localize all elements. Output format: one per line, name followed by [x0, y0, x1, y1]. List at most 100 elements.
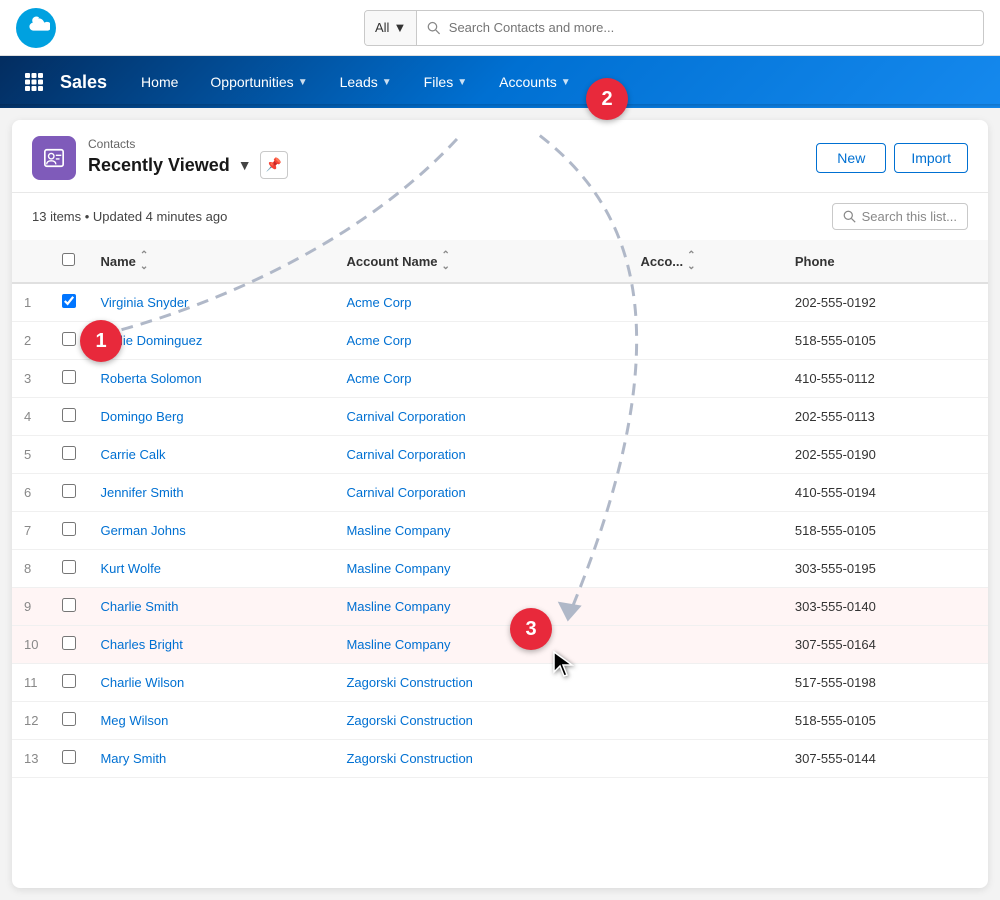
search-filter[interactable]: All ▼	[365, 11, 417, 45]
contact-name-cell[interactable]: Domingo Berg	[88, 398, 334, 436]
contact-name-link[interactable]: Charlie Smith	[100, 599, 178, 614]
contact-name-cell[interactable]: Meg Wilson	[88, 702, 334, 740]
row-checkbox[interactable]	[62, 712, 76, 726]
account-name-cell[interactable]: Masline Company	[334, 512, 628, 550]
contact-name-cell[interactable]: Charles Bright	[88, 626, 334, 664]
account-name-cell[interactable]: Masline Company	[334, 588, 628, 626]
contact-name-link[interactable]: Meg Wilson	[100, 713, 168, 728]
select-all-checkbox[interactable]	[62, 253, 75, 266]
row-checkbox-cell[interactable]	[50, 512, 88, 550]
account-name-link[interactable]: Carnival Corporation	[346, 409, 465, 424]
account-name-cell[interactable]: Carnival Corporation	[334, 474, 628, 512]
account-name-cell[interactable]: Acme Corp	[334, 322, 628, 360]
acco-column-header[interactable]: Acco... ⌃⌄	[628, 240, 782, 283]
search-input-area[interactable]	[417, 20, 983, 35]
contact-name-link[interactable]: Virginia Snyder	[100, 295, 188, 310]
row-checkbox[interactable]	[62, 484, 76, 498]
account-name-cell[interactable]: Zagorski Construction	[334, 702, 628, 740]
row-checkbox[interactable]	[62, 560, 76, 574]
chevron-down-icon[interactable]: ▼	[238, 157, 252, 173]
row-checkbox-cell[interactable]	[50, 474, 88, 512]
account-name-link[interactable]: Masline Company	[346, 523, 450, 538]
table-row: 11 Charlie Wilson Zagorski Construction …	[12, 664, 988, 702]
account-name-link[interactable]: Masline Company	[346, 561, 450, 576]
row-checkbox-cell[interactable]	[50, 283, 88, 322]
account-name-link[interactable]: Acme Corp	[346, 333, 411, 348]
account-name-link[interactable]: Carnival Corporation	[346, 485, 465, 500]
contact-name-cell[interactable]: Jennifer Smith	[88, 474, 334, 512]
contact-name-cell[interactable]: Charlie Smith	[88, 588, 334, 626]
account-name-link[interactable]: Masline Company	[346, 637, 450, 652]
account-name-link[interactable]: Zagorski Construction	[346, 713, 472, 728]
name-column-header[interactable]: Name ⌃⌄	[88, 240, 334, 283]
contact-name-cell[interactable]: Roberta Solomon	[88, 360, 334, 398]
row-checkbox-cell[interactable]	[50, 664, 88, 702]
contact-name-link[interactable]: Charles Bright	[100, 637, 182, 652]
row-checkbox[interactable]	[62, 446, 76, 460]
import-button[interactable]: Import	[894, 143, 968, 173]
row-checkbox[interactable]	[62, 674, 76, 688]
contact-name-cell[interactable]: Kurt Wolfe	[88, 550, 334, 588]
account-name-cell[interactable]: Zagorski Construction	[334, 740, 628, 778]
app-launcher-button[interactable]	[16, 64, 52, 100]
row-checkbox-cell[interactable]	[50, 702, 88, 740]
nav-item-accounts[interactable]: Accounts ▼	[485, 56, 585, 108]
acco-cell	[628, 588, 782, 626]
account-name-cell[interactable]: Masline Company	[334, 626, 628, 664]
search-bar[interactable]: All ▼	[364, 10, 984, 46]
account-name-cell[interactable]: Acme Corp	[334, 283, 628, 322]
pin-button[interactable]: 📌	[260, 151, 288, 179]
row-checkbox[interactable]	[62, 750, 76, 764]
nav-item-opportunities[interactable]: Opportunities ▼	[196, 56, 321, 108]
row-checkbox-cell[interactable]	[50, 550, 88, 588]
account-name-cell[interactable]: Acme Corp	[334, 360, 628, 398]
row-checkbox-cell[interactable]	[50, 322, 88, 360]
list-search[interactable]: Search this list...	[832, 203, 968, 230]
row-checkbox[interactable]	[62, 332, 76, 346]
row-checkbox[interactable]	[62, 636, 76, 650]
row-checkbox[interactable]	[62, 522, 76, 536]
row-checkbox-cell[interactable]	[50, 588, 88, 626]
row-checkbox-cell[interactable]	[50, 626, 88, 664]
contact-name-link[interactable]: Mary Smith	[100, 751, 166, 766]
contact-name-cell[interactable]: Carrie Calk	[88, 436, 334, 474]
account-name-link[interactable]: Masline Company	[346, 599, 450, 614]
search-input[interactable]	[449, 20, 973, 35]
row-checkbox-cell[interactable]	[50, 740, 88, 778]
account-name-link[interactable]: Zagorski Construction	[346, 675, 472, 690]
account-name-link[interactable]: Carnival Corporation	[346, 447, 465, 462]
nav-item-home[interactable]: Home	[127, 56, 192, 108]
row-checkbox[interactable]	[62, 294, 76, 308]
row-checkbox[interactable]	[62, 408, 76, 422]
checkbox-header[interactable]	[50, 240, 88, 283]
account-name-link[interactable]: Acme Corp	[346, 371, 411, 386]
contact-name-link[interactable]: Nellie Dominguez	[100, 333, 202, 348]
account-name-link[interactable]: Acme Corp	[346, 295, 411, 310]
account-name-link[interactable]: Zagorski Construction	[346, 751, 472, 766]
new-button[interactable]: New	[816, 143, 886, 173]
contact-name-link[interactable]: Domingo Berg	[100, 409, 183, 424]
contact-name-link[interactable]: Roberta Solomon	[100, 371, 201, 386]
nav-item-leads[interactable]: Leads ▼	[326, 56, 406, 108]
account-name-cell[interactable]: Carnival Corporation	[334, 436, 628, 474]
contact-name-link[interactable]: Carrie Calk	[100, 447, 165, 462]
row-checkbox[interactable]	[62, 598, 76, 612]
contact-name-cell[interactable]: Virginia Snyder	[88, 283, 334, 322]
row-checkbox-cell[interactable]	[50, 360, 88, 398]
contact-name-link[interactable]: German Johns	[100, 523, 185, 538]
contact-name-link[interactable]: Charlie Wilson	[100, 675, 184, 690]
account-name-cell[interactable]: Carnival Corporation	[334, 398, 628, 436]
contact-name-cell[interactable]: German Johns	[88, 512, 334, 550]
contact-name-cell[interactable]: Charlie Wilson	[88, 664, 334, 702]
contact-name-cell[interactable]: Nellie Dominguez	[88, 322, 334, 360]
contact-name-link[interactable]: Kurt Wolfe	[100, 561, 160, 576]
row-checkbox-cell[interactable]	[50, 436, 88, 474]
nav-item-files[interactable]: Files ▼	[410, 56, 481, 108]
account-name-cell[interactable]: Zagorski Construction	[334, 664, 628, 702]
row-checkbox-cell[interactable]	[50, 398, 88, 436]
row-checkbox[interactable]	[62, 370, 76, 384]
account-name-column-header[interactable]: Account Name ⌃⌄	[334, 240, 628, 283]
account-name-cell[interactable]: Masline Company	[334, 550, 628, 588]
contact-name-link[interactable]: Jennifer Smith	[100, 485, 183, 500]
contact-name-cell[interactable]: Mary Smith	[88, 740, 334, 778]
